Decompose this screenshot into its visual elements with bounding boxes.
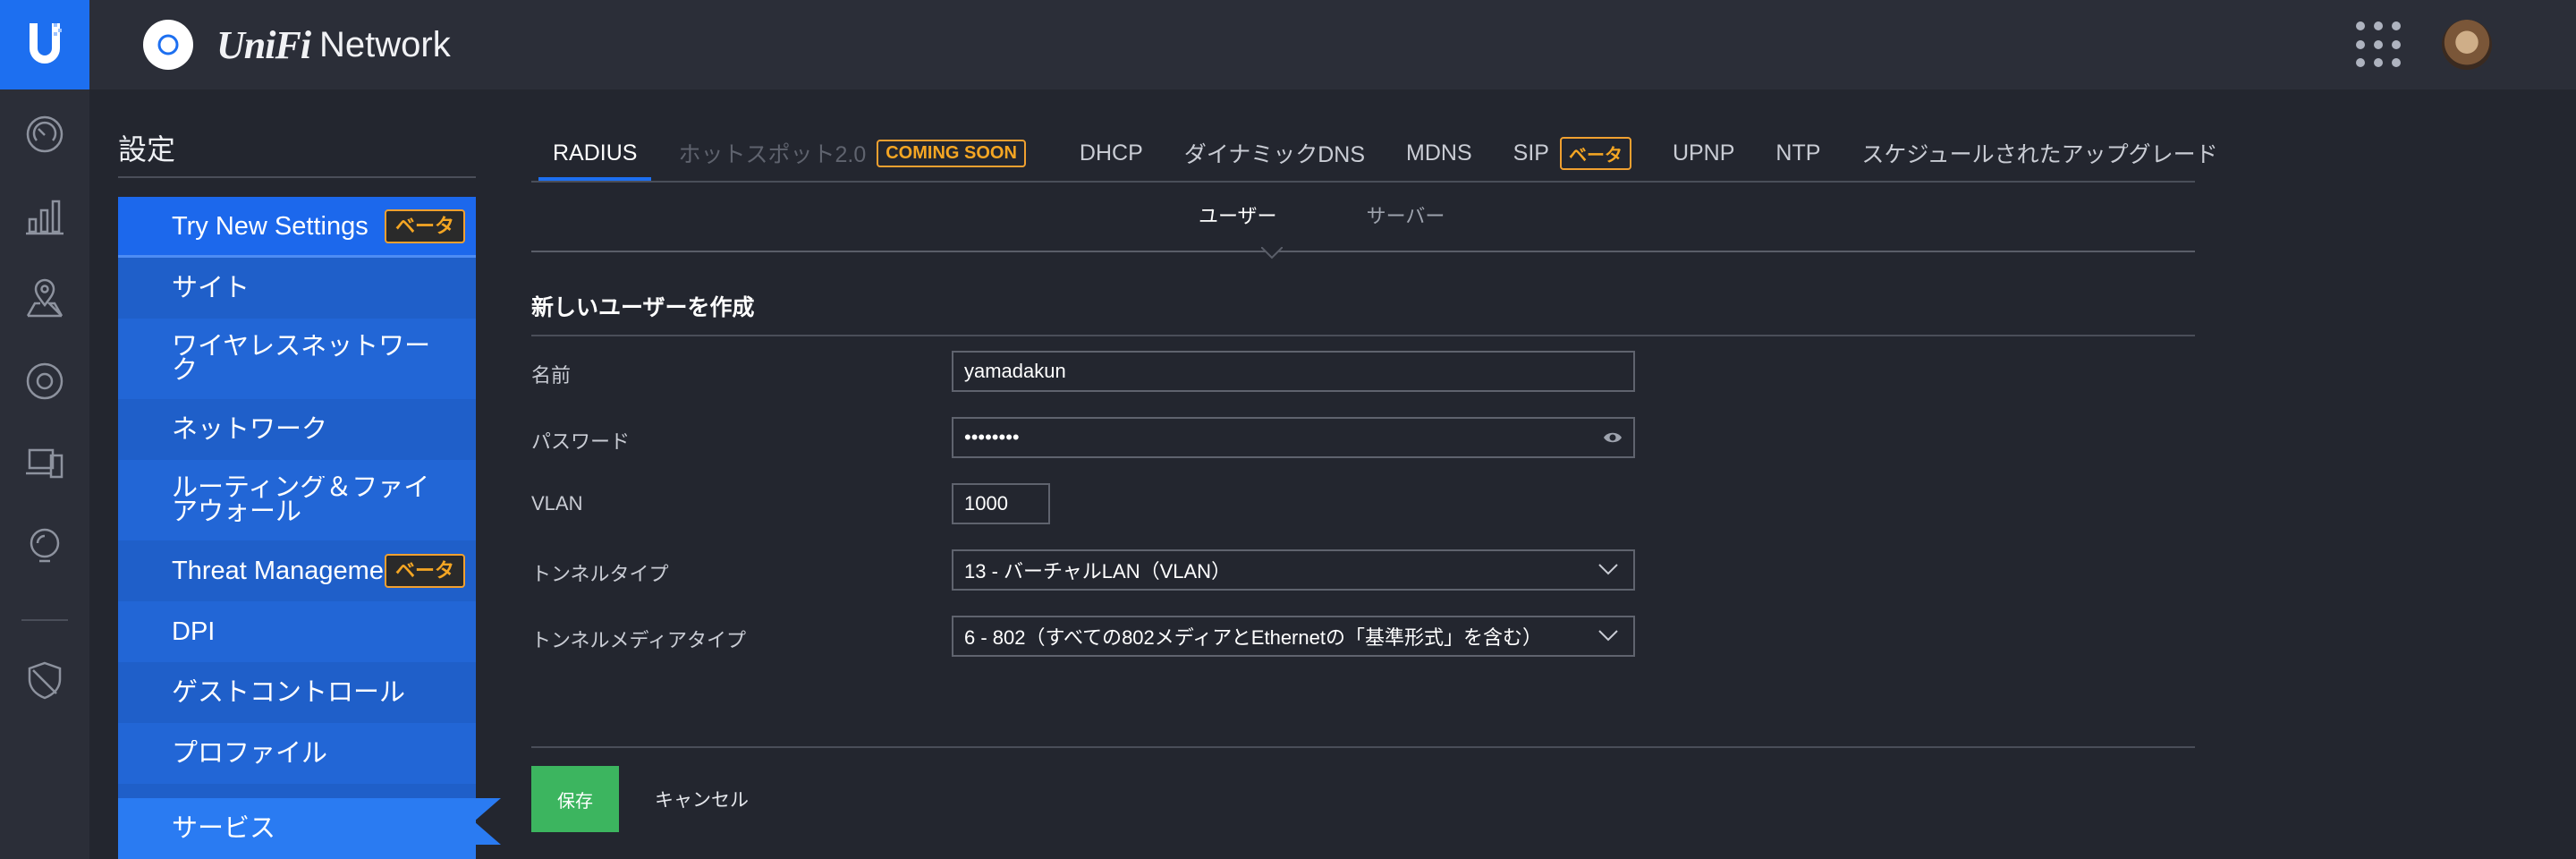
tunnel-media-select[interactable]: 6 - 802（すべての802メディアとEthernetの「基準形式」を含む） <box>952 616 1635 657</box>
beta-badge: ベータ <box>384 208 465 243</box>
password-input[interactable]: •••••••• <box>952 417 1635 458</box>
tunnel-type-label: トンネルタイプ <box>531 563 669 585</box>
subtabs-divider <box>531 251 2195 252</box>
sidebar-item-label: Threat Management <box>172 557 395 584</box>
coming-soon-badge: COMING SOON <box>877 139 1026 167</box>
sidebar-item-services[interactable]: サービス <box>118 798 476 859</box>
tab-label: RADIUS <box>553 140 638 166</box>
vlan-input[interactable]: 1000 <box>952 483 1050 524</box>
tabs-divider <box>531 181 2195 183</box>
unifi-app-icon[interactable] <box>143 20 193 70</box>
tab-hotspot: ホットスポット2.0 COMING SOON <box>664 125 1039 181</box>
subtab-caret-icon <box>1261 247 1283 259</box>
sidebar-item-threat-management[interactable]: Threat Management ベータ <box>118 540 476 601</box>
beta-badge: ベータ <box>1559 136 1631 170</box>
clients-icon[interactable] <box>23 442 66 485</box>
product-name: Network <box>319 24 451 64</box>
tab-label: UPNP <box>1672 140 1735 166</box>
map-icon[interactable] <box>23 277 66 320</box>
sidebar-item-guest-control[interactable]: ゲストコントロール <box>118 662 476 723</box>
tab-label: ダイナミックDNS <box>1183 142 1366 167</box>
tab-label: ホットスポット2.0 <box>678 142 867 167</box>
sidebar-item-label: Try New Settings <box>172 212 369 240</box>
ubiquiti-logo[interactable] <box>0 0 89 89</box>
radius-subtabs: ユーザー サーバー <box>1199 190 1445 240</box>
name-input[interactable]: yamadakun <box>952 351 1635 392</box>
tab-mdns[interactable]: MDNS <box>1392 125 1487 181</box>
sidebar-item-label: ワイヤレスネットワーク <box>172 335 431 383</box>
settings-title: 設定 <box>118 133 176 166</box>
service-tabs: RADIUS ホットスポット2.0 COMING SOON DHCP ダイナミック… <box>538 125 2233 181</box>
settings-divider <box>118 176 476 178</box>
tab-sip[interactable]: SIP ベータ <box>1499 125 1646 181</box>
sidebar-item-label: DPI <box>172 618 216 645</box>
tab-ntp[interactable]: NTP <box>1761 125 1835 181</box>
ubiquiti-u-icon <box>30 23 62 64</box>
save-button[interactable]: 保存 <box>531 766 619 832</box>
shield-icon[interactable] <box>23 659 66 702</box>
sidebar-item-label: サイト <box>172 275 250 302</box>
devices-icon[interactable] <box>23 360 66 403</box>
active-indicator <box>474 821 501 845</box>
active-indicator <box>474 798 501 821</box>
beta-badge: ベータ <box>384 554 465 588</box>
password-label: パスワード <box>531 430 631 453</box>
sidebar-item-label: プロファイル <box>172 740 328 767</box>
chevron-down-icon <box>1598 630 1618 642</box>
tab-label: スケジュールされたアップグレード <box>1861 142 2218 167</box>
sidebar-item-wireless-networks[interactable]: ワイヤレスネットワーク <box>118 319 476 399</box>
dashboard-icon[interactable] <box>23 113 66 156</box>
name-value: yamadakun <box>964 360 1066 382</box>
tab-upnp[interactable]: UPNP <box>1658 125 1749 181</box>
insights-icon[interactable] <box>23 524 66 567</box>
tab-dynamic-dns[interactable]: ダイナミックDNS <box>1170 125 1379 181</box>
password-value: •••••••• <box>964 426 1020 448</box>
subtab-servers[interactable]: サーバー <box>1367 190 1445 240</box>
vlan-label: VLAN <box>531 492 583 515</box>
brand-name: UniFi <box>216 22 311 67</box>
user-avatar[interactable] <box>2442 20 2492 70</box>
sidebar-item-networks[interactable]: ネットワーク <box>118 399 476 460</box>
sidebar-item-dpi[interactable]: DPI <box>118 601 476 662</box>
form-divider <box>531 335 2195 336</box>
tunnel-media-label: トンネルメディアタイプ <box>531 629 747 651</box>
apps-grid-icon[interactable] <box>2356 21 2402 68</box>
sidebar-item-site[interactable]: サイト <box>118 258 476 319</box>
statistics-icon[interactable] <box>23 195 66 238</box>
tab-label: NTP <box>1775 140 1821 166</box>
sidebar-item-label: ルーティング＆ファイアウォール <box>172 476 430 524</box>
tab-label: SIP <box>1513 140 1549 166</box>
nav-rail <box>0 89 89 859</box>
tab-label: MDNS <box>1406 140 1472 166</box>
sidebar-item-label: サービス <box>172 815 276 842</box>
ring-icon <box>157 34 179 55</box>
app-title: UniFi Network <box>216 21 451 68</box>
sidebar-item-profiles[interactable]: プロファイル <box>118 723 476 784</box>
rail-divider <box>21 619 68 621</box>
sidebar-item-try-new-settings[interactable]: Try New Settings ベータ <box>118 197 476 258</box>
sidebar-item-label: ゲストコントロール <box>172 679 406 706</box>
tunnel-media-value: 6 - 802（すべての802メディアとEthernetの「基準形式」を含む） <box>964 626 1542 649</box>
tab-dhcp[interactable]: DHCP <box>1065 125 1157 181</box>
name-label: 名前 <box>531 364 572 387</box>
tunnel-type-select[interactable]: 13 - バーチャルLAN（VLAN） <box>952 549 1635 591</box>
sidebar-item-routing-firewall[interactable]: ルーティング＆ファイアウォール <box>118 460 476 540</box>
tab-radius[interactable]: RADIUS <box>538 125 652 181</box>
tunnel-type-value: 13 - バーチャルLAN（VLAN） <box>964 560 1232 583</box>
show-password-icon[interactable] <box>1603 430 1623 446</box>
subtab-users[interactable]: ユーザー <box>1199 190 1277 240</box>
actions-divider <box>531 746 2195 748</box>
settings-menu: Try New Settings ベータ サイト ワイヤレスネットワーク ネット… <box>118 197 476 859</box>
top-bar: UniFi Network <box>0 0 2576 89</box>
cancel-button[interactable]: キャンセル <box>655 766 749 832</box>
chevron-down-icon <box>1598 564 1618 575</box>
tab-scheduled-upgrades[interactable]: スケジュールされたアップグレード <box>1847 125 2232 181</box>
vlan-value: 1000 <box>964 492 1008 515</box>
tab-label: DHCP <box>1079 140 1143 166</box>
sidebar-item-label: ネットワーク <box>172 416 328 443</box>
form-title: 新しいユーザーを作成 <box>531 295 755 320</box>
